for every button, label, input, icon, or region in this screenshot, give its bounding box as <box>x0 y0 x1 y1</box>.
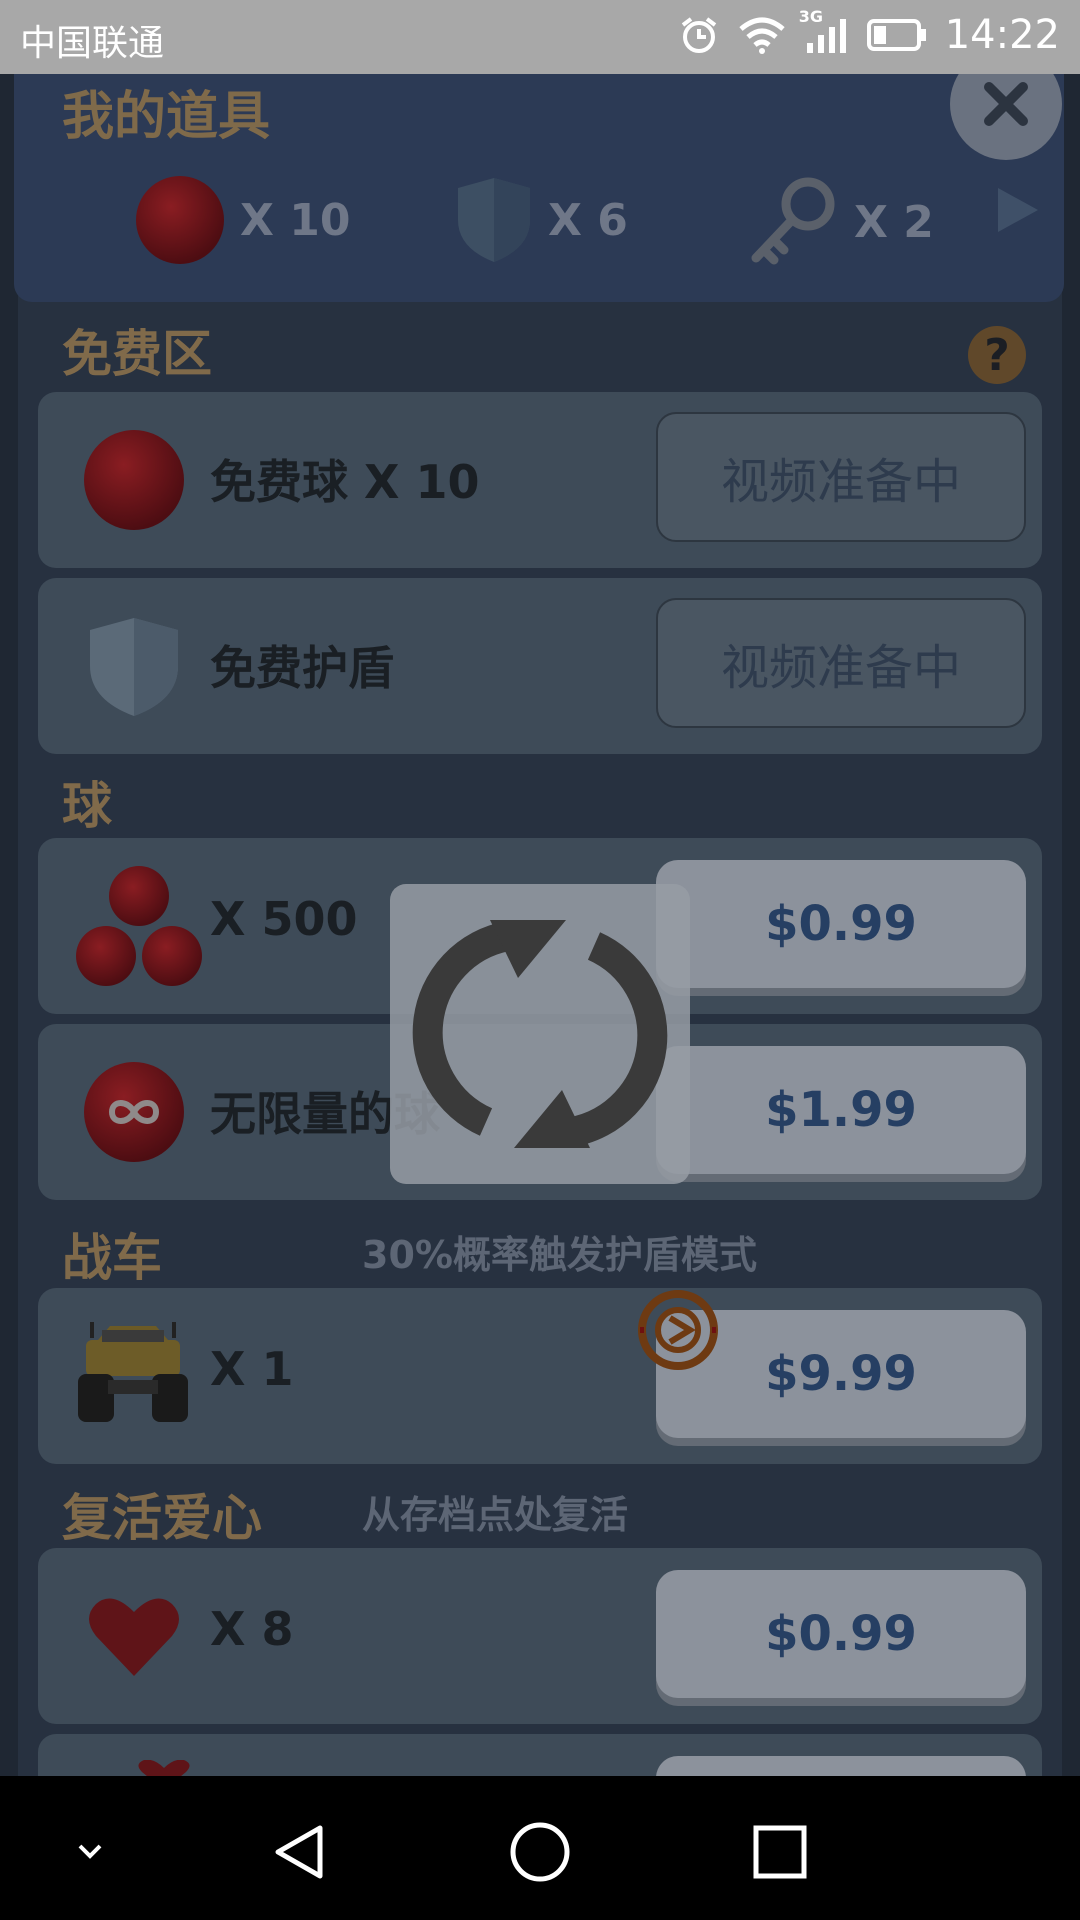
next-offer-card <box>38 1734 1042 1776</box>
steering-wheel-badge-icon <box>638 1290 718 1370</box>
inventory-next-arrow[interactable] <box>990 184 1042 240</box>
inventory-item-balls: X 10 <box>134 174 350 266</box>
navigation-bar <box>0 1776 1080 1920</box>
clock: 14:22 <box>944 12 1060 58</box>
balls-500-label: X 500 <box>210 892 358 946</box>
free-shield-card: 免费护盾 视频准备中 <box>38 578 1042 754</box>
inventory-count-balls: X 10 <box>240 194 351 246</box>
heart-icon <box>138 1760 190 1776</box>
balls-500-price-button[interactable]: $0.99 <box>656 860 1026 988</box>
loading-overlay <box>390 884 690 1184</box>
recents-button[interactable] <box>740 1812 820 1892</box>
car-card: X 1 $9.99 <box>38 1288 1042 1464</box>
revive-section-note: 从存档点处复活 <box>362 1493 629 1537</box>
inventory-count-keys: X 2 <box>854 196 934 248</box>
help-button[interactable]: ? <box>968 326 1026 384</box>
recents-icon <box>753 1825 807 1879</box>
section-title-free: 免费区 <box>62 325 212 383</box>
shield-icon <box>90 618 178 716</box>
status-bar: 中国联通 3G 14:22 <box>0 0 1080 74</box>
free-balls-label: 免费球 X 10 <box>210 455 480 509</box>
hearts-8-card: X 8 $0.99 <box>38 1548 1042 1724</box>
home-icon <box>510 1822 570 1882</box>
close-icon <box>984 82 1028 126</box>
free-shield-video-button[interactable]: 视频准备中 <box>656 598 1026 728</box>
free-balls-card: 免费球 X 10 视频准备中 <box>38 392 1042 568</box>
shield-icon <box>458 178 530 262</box>
inventory-item-keys: X 2 <box>744 174 934 270</box>
alarm-icon <box>679 15 719 55</box>
inventory-items: X 10 X 6 X 2 <box>14 174 1064 284</box>
unlimited-balls-price-button[interactable]: $1.99 <box>656 1046 1026 1174</box>
next-offer-price-button[interactable] <box>656 1756 1026 1776</box>
close-button[interactable] <box>950 74 1062 160</box>
wifi-icon <box>737 15 787 55</box>
battery-icon <box>866 17 927 53</box>
network-type-label: 3G <box>798 7 823 26</box>
inventory-count-shields: X 6 <box>548 194 628 246</box>
free-shield-label: 免费护盾 <box>210 641 394 695</box>
shop-screen: 我的道具 X 10 X 6 X 2 免费区 ? 免费球 X 10 视频准备中 免… <box>0 74 1080 1776</box>
home-button[interactable] <box>500 1812 580 1892</box>
car-section-note: 30%概率触发护盾模式 <box>362 1233 757 1277</box>
carrier-label: 中国联通 <box>20 23 165 64</box>
section-title-revive: 复活爱心 <box>62 1489 262 1547</box>
section-title-car: 战车 <box>62 1229 162 1287</box>
monster-truck-icon <box>78 1322 188 1422</box>
inventory-title: 我的道具 <box>62 87 271 147</box>
triangle-right-icon <box>998 188 1038 232</box>
hide-keyboard-button[interactable] <box>50 1812 130 1892</box>
refresh-icon <box>412 920 668 1148</box>
free-balls-video-button[interactable]: 视频准备中 <box>656 412 1026 542</box>
car-label: X 1 <box>210 1342 294 1396</box>
red-ball-icon <box>136 176 224 264</box>
red-ball-icon <box>84 430 184 530</box>
hearts-8-price-button[interactable]: $0.99 <box>656 1570 1026 1698</box>
three-balls-icon <box>76 866 202 986</box>
section-title-balls: 球 <box>62 777 112 835</box>
key-icon <box>751 177 835 265</box>
chevron-down-icon <box>78 1844 102 1859</box>
hearts-8-label: X 8 <box>210 1602 294 1656</box>
inventory-header: 我的道具 X 10 X 6 X 2 <box>14 74 1064 302</box>
back-icon <box>275 1825 323 1879</box>
status-icons: 3G 14:22 <box>679 7 1060 58</box>
back-button[interactable] <box>260 1812 340 1892</box>
signal-icon: 3G <box>799 7 849 55</box>
infinity-ball-icon <box>84 1062 184 1162</box>
inventory-item-shields: X 6 <box>454 174 628 266</box>
heart-icon <box>89 1598 179 1676</box>
